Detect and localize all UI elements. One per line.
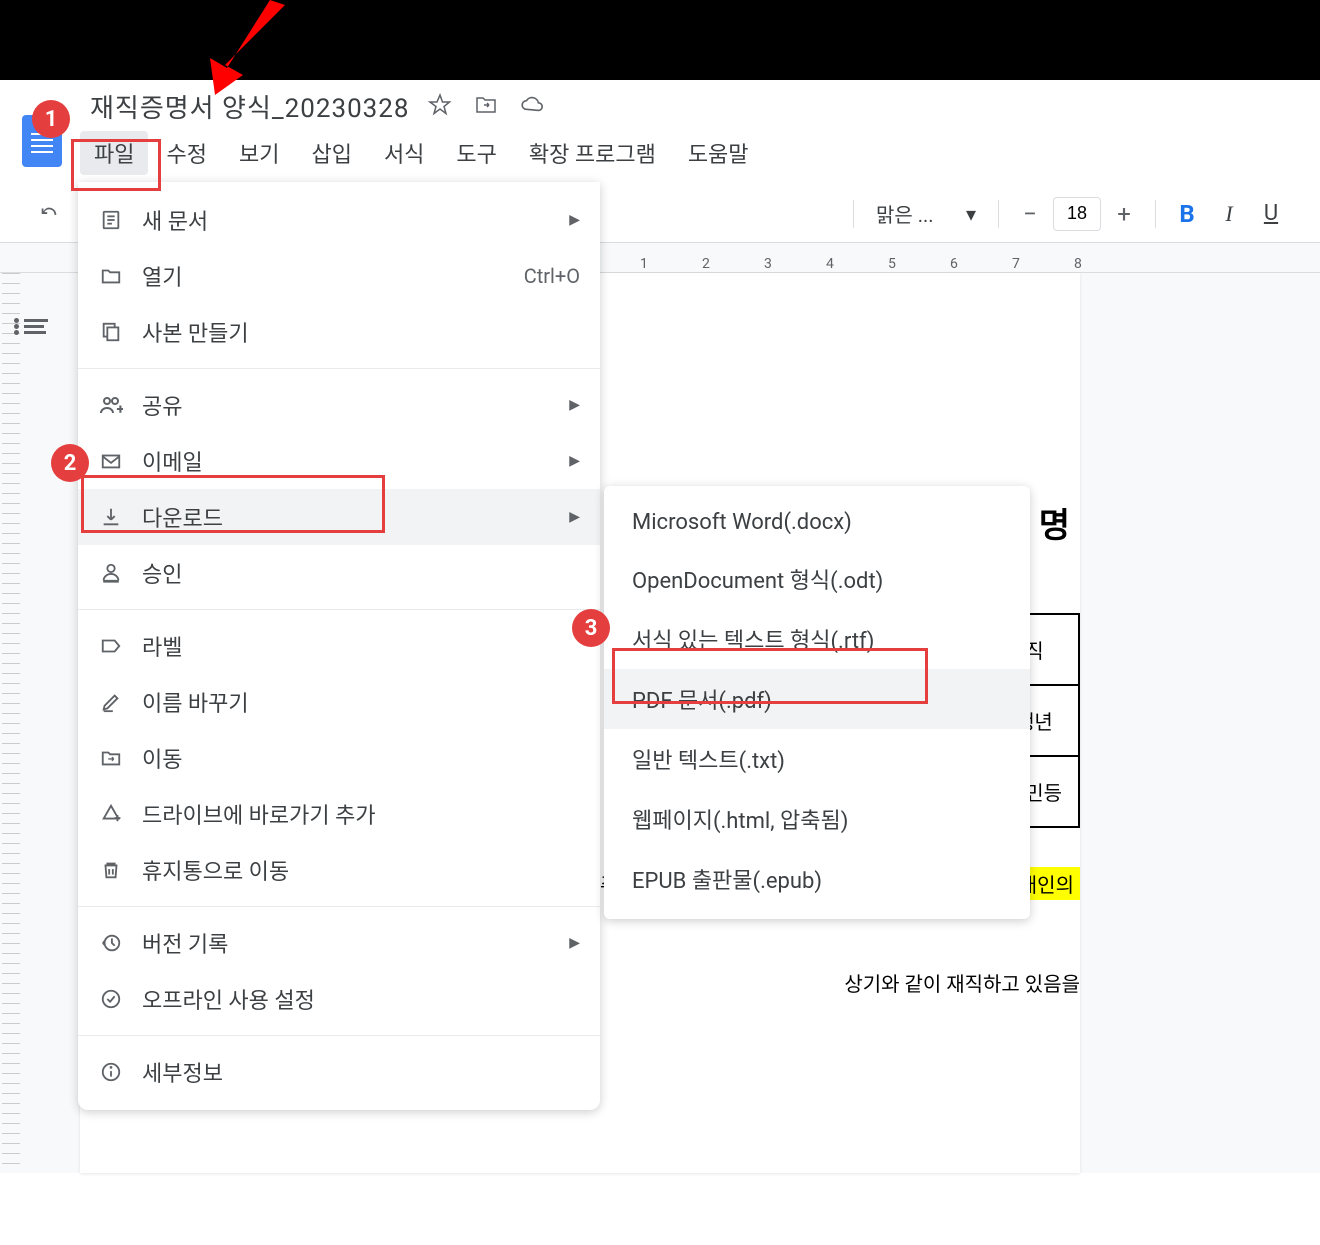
menu-help[interactable]: 도움말 [674, 131, 763, 175]
download-odt[interactable]: OpenDocument 형식(.odt) [604, 549, 1030, 609]
underline-button[interactable]: U [1252, 195, 1290, 233]
menu-new-document[interactable]: 새 문서 ▶ [78, 192, 600, 248]
font-family-select[interactable]: 맑은 ... ▾ [866, 195, 986, 232]
label-icon [98, 633, 124, 659]
history-icon [98, 930, 124, 956]
menu-open[interactable]: 열기 Ctrl+O [78, 248, 600, 304]
fontsize-increase[interactable]: + [1105, 195, 1143, 233]
download-submenu: Microsoft Word(.docx) OpenDocument 형식(.o… [604, 486, 1030, 919]
menu-tools[interactable]: 도구 [442, 131, 510, 175]
download-html[interactable]: 웹페이지(.html, 압축됨) [604, 789, 1030, 849]
red-arrow-annotation [175, 0, 315, 104]
menu-move[interactable]: 이동 [78, 730, 600, 786]
download-txt[interactable]: 일반 텍스트(.txt) [604, 729, 1030, 789]
menu-share[interactable]: + 공유 ▶ [78, 377, 600, 433]
svg-text:+: + [115, 813, 121, 824]
move-icon [98, 745, 124, 771]
menu-separator [78, 368, 600, 369]
menu-make-copy[interactable]: 사본 만들기 [78, 304, 600, 360]
star-icon[interactable] [428, 93, 452, 121]
menu-view[interactable]: 보기 [225, 131, 293, 175]
menu-add-shortcut[interactable]: + 드라이브에 바로가기 추가 [78, 786, 600, 842]
document-icon [98, 207, 124, 233]
menu-rename[interactable]: 이름 바꾸기 [78, 674, 600, 730]
menu-edit[interactable]: 수정 [152, 131, 220, 175]
doc-footer-text: 상기와 같이 재직하고 있음을 [844, 968, 1080, 997]
menu-trash[interactable]: 휴지통으로 이동 [78, 842, 600, 898]
undo-button[interactable] [30, 195, 68, 233]
file-dropdown-menu: 새 문서 ▶ 열기 Ctrl+O 사본 만들기 + 공유 ▶ 이메일 ▶ 다운로… [78, 182, 600, 1110]
badge-3: 3 [572, 609, 610, 647]
chevron-right-icon: ▶ [569, 935, 580, 951]
offline-icon [98, 986, 124, 1012]
italic-button[interactable]: I [1210, 195, 1248, 233]
folder-icon [98, 263, 124, 289]
font-size-input[interactable] [1053, 197, 1101, 231]
menu-version-history[interactable]: 버전 기록 ▶ [78, 915, 600, 971]
trash-icon [98, 857, 124, 883]
download-pdf[interactable]: PDF 문서(.pdf) [604, 669, 1030, 729]
info-icon [98, 1059, 124, 1085]
shortcut-text: Ctrl+O [524, 264, 580, 288]
copy-icon [98, 319, 124, 345]
badge-2: 2 [51, 444, 89, 482]
menu-details[interactable]: 세부정보 [78, 1044, 600, 1100]
bold-button[interactable]: B [1168, 195, 1206, 233]
email-icon [98, 448, 124, 474]
menu-offline[interactable]: 오프라인 사용 설정 [78, 971, 600, 1027]
menu-separator [78, 609, 600, 610]
vertical-ruler [2, 273, 20, 1173]
chevron-right-icon: ▶ [569, 397, 580, 413]
menu-extensions[interactable]: 확장 프로그램 [515, 131, 670, 175]
download-icon [98, 504, 124, 530]
move-folder-icon[interactable] [474, 93, 498, 121]
download-epub[interactable]: EPUB 출판물(.epub) [604, 849, 1030, 909]
rename-icon [98, 689, 124, 715]
share-icon: + [98, 392, 124, 418]
menu-separator [78, 906, 600, 907]
menu-insert[interactable]: 삽입 [297, 131, 365, 175]
menu-separator [78, 1035, 600, 1036]
menu-format[interactable]: 서식 [370, 131, 438, 175]
drive-shortcut-icon: + [98, 801, 124, 827]
badge-1: 1 [32, 100, 70, 138]
menu-file[interactable]: 파일 [80, 131, 148, 175]
cloud-status-icon[interactable] [520, 92, 546, 122]
fontsize-decrease[interactable]: − [1011, 195, 1049, 233]
chevron-right-icon: ▶ [569, 453, 580, 469]
outline-toggle-icon[interactable] [24, 319, 48, 334]
menu-label[interactable]: 라벨 [78, 618, 600, 674]
menu-bar: 파일 수정 보기 삽입 서식 도구 확장 프로그램 도움말 [74, 125, 763, 185]
menu-email[interactable]: 이메일 ▶ [78, 433, 600, 489]
download-rtf[interactable]: 서식 있는 텍스트 형식(.rtf) [604, 609, 1030, 669]
chevron-right-icon: ▶ [569, 212, 580, 228]
menu-approve[interactable]: 승인 [78, 545, 600, 601]
approve-icon [98, 560, 124, 586]
chevron-right-icon: ▶ [569, 509, 580, 525]
download-docx[interactable]: Microsoft Word(.docx) [604, 496, 1030, 549]
svg-text:+: + [117, 402, 123, 416]
menu-download[interactable]: 다운로드 ▶ [78, 489, 600, 545]
